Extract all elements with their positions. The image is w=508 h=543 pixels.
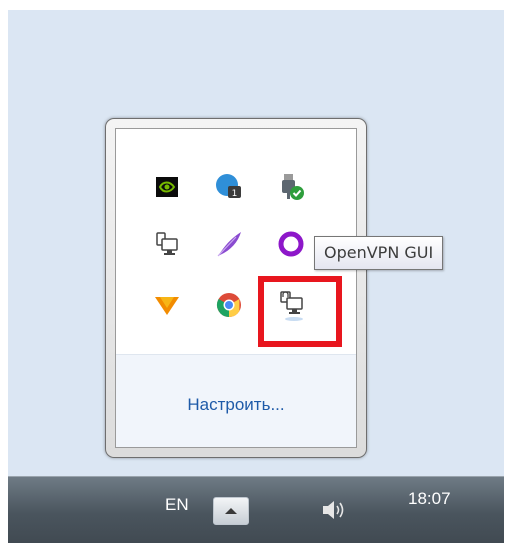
feather-icon[interactable] bbox=[211, 226, 247, 262]
language-indicator[interactable]: EN bbox=[165, 495, 189, 515]
winamp-w-icon[interactable] bbox=[149, 287, 185, 323]
tooltip: OpenVPN GUI bbox=[314, 236, 444, 270]
safely-remove-hardware-icon[interactable] bbox=[273, 169, 309, 205]
volume-icon[interactable] bbox=[318, 495, 348, 525]
show-hidden-icons-button[interactable] bbox=[213, 497, 249, 525]
chevron-up-icon bbox=[225, 508, 237, 514]
onedrive-badge: 1 bbox=[232, 189, 238, 199]
ring-icon[interactable] bbox=[273, 226, 309, 262]
onedrive-cloud-icon[interactable]: 1 bbox=[211, 169, 247, 205]
clock[interactable]: 18:07 bbox=[408, 489, 451, 509]
nvidia-icon[interactable] bbox=[149, 169, 185, 205]
taskbar: EN 18:07 bbox=[8, 476, 504, 543]
highlight-box bbox=[258, 276, 342, 347]
network-icon[interactable] bbox=[149, 226, 185, 262]
chrome-icon[interactable] bbox=[211, 287, 247, 323]
flyout-footer: Настроить... bbox=[116, 354, 356, 447]
customize-link[interactable]: Настроить... bbox=[116, 395, 356, 415]
